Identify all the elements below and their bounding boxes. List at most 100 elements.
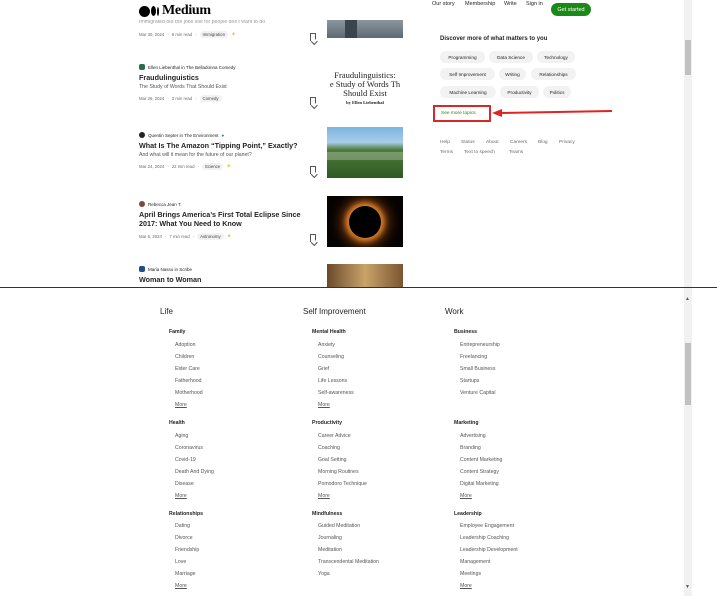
topic-item[interactable]: Aging bbox=[175, 433, 188, 439]
bookmark-icon[interactable] bbox=[310, 166, 316, 174]
medium-logo[interactable]: Medium bbox=[139, 3, 211, 19]
topic-chip[interactable]: Relationships bbox=[531, 68, 576, 80]
more-link[interactable]: More bbox=[318, 402, 330, 408]
article-title[interactable]: What Is The Amazon “Tipping Point,” Exac… bbox=[139, 141, 319, 150]
topic-item[interactable]: Transcendental Meditation bbox=[318, 559, 379, 565]
get-started-button[interactable]: Get started bbox=[551, 3, 591, 16]
topic-group-health[interactable]: Health bbox=[169, 420, 185, 426]
topic-item[interactable]: Leadership Development bbox=[460, 547, 518, 553]
footer-link-text-to-speech[interactable]: Text to speech bbox=[464, 150, 495, 155]
topic-group-family[interactable]: Family bbox=[169, 329, 185, 335]
footer-link-help[interactable]: Help bbox=[440, 140, 450, 145]
footer-link-about[interactable]: About bbox=[486, 140, 499, 145]
article-thumbnail[interactable] bbox=[327, 196, 403, 247]
topic-group-marketing[interactable]: Marketing bbox=[454, 420, 479, 426]
topic-chip[interactable]: Self Improvement bbox=[440, 68, 495, 80]
topic-group-mental-health[interactable]: Mental Health bbox=[312, 329, 346, 335]
author-name[interactable]: Rebecca Jean T. bbox=[148, 202, 181, 207]
article-author[interactable]: Maria Nasso in Scribe bbox=[139, 266, 319, 272]
bookmark-icon[interactable] bbox=[310, 33, 316, 41]
topic-chip[interactable]: Politics bbox=[543, 86, 571, 98]
topic-item[interactable]: Coaching bbox=[318, 445, 340, 451]
article-thumbnail[interactable]: Fraudulinguistics: e Study of Words Th S… bbox=[327, 62, 403, 113]
footer-link-status[interactable]: Status bbox=[461, 140, 475, 145]
footer-link-terms[interactable]: Terms bbox=[440, 150, 453, 155]
topic-item[interactable]: Goal Setting bbox=[318, 457, 347, 463]
topic-item[interactable]: Leadership Coaching bbox=[460, 535, 509, 541]
topic-chip[interactable]: Data Science bbox=[489, 51, 533, 63]
topic-item[interactable]: Employee Engagement bbox=[460, 523, 514, 529]
scrollbar[interactable] bbox=[684, 0, 692, 287]
topic-chip[interactable]: Writing bbox=[499, 68, 526, 80]
topic-item[interactable]: Life Lessons bbox=[318, 378, 347, 384]
topic-chip[interactable]: Programming bbox=[440, 51, 485, 63]
see-more-topics-link[interactable]: See more topics bbox=[441, 111, 476, 116]
see-more-topics-highlight[interactable]: See more topics bbox=[433, 105, 491, 122]
article-tag[interactable]: Comedy bbox=[199, 95, 222, 102]
article-author[interactable]: Rebecca Jean T. bbox=[139, 201, 319, 207]
topic-item[interactable]: Content Strategy bbox=[460, 469, 499, 475]
topic-group-leadership[interactable]: Leadership bbox=[454, 511, 482, 517]
article-title[interactable]: Fraudulinguistics bbox=[139, 73, 319, 82]
topic-item[interactable]: Entrepreneurship bbox=[460, 342, 500, 348]
article-card[interactable]: Ellen Liebenthal in The Belladonna Comed… bbox=[139, 64, 319, 102]
author-name[interactable]: Ellen Liebenthal in The Belladonna Comed… bbox=[148, 65, 235, 70]
more-link[interactable]: More bbox=[460, 493, 472, 499]
topic-item[interactable]: Self-awareness bbox=[318, 390, 354, 396]
topic-item[interactable]: Venture Capital bbox=[460, 390, 495, 396]
article-card[interactable]: Rebecca Jean T. April Brings America’s F… bbox=[139, 201, 319, 240]
nav-our-story[interactable]: Our story bbox=[432, 1, 455, 7]
topic-chip[interactable]: Machine Learning bbox=[440, 86, 496, 98]
article-tag[interactable]: Astronomy bbox=[197, 233, 224, 240]
topic-item[interactable]: Content Marketing bbox=[460, 457, 502, 463]
author-name[interactable]: Maria Nasso in Scribe bbox=[148, 267, 192, 272]
scrollbar[interactable] bbox=[684, 288, 692, 596]
topic-item[interactable]: Covid-19 bbox=[175, 457, 196, 463]
topic-item[interactable]: Friendship bbox=[175, 547, 199, 553]
more-link[interactable]: More bbox=[175, 402, 187, 408]
topic-item[interactable]: Digital Marketing bbox=[460, 481, 499, 487]
author-name[interactable]: Quentin Septer in The Environment bbox=[148, 133, 218, 138]
article-card[interactable]: Maria Nasso in Scribe Woman to Woman bbox=[139, 266, 319, 284]
topic-item[interactable]: Small Business bbox=[460, 366, 495, 372]
topic-item[interactable]: Counseling bbox=[318, 354, 344, 360]
nav-sign-in[interactable]: Sign in bbox=[526, 1, 543, 7]
topic-item[interactable]: Branding bbox=[460, 445, 481, 451]
footer-link-careers[interactable]: Careers bbox=[510, 140, 527, 145]
topic-item[interactable]: Coronavirus bbox=[175, 445, 203, 451]
topic-item[interactable]: Motherhood bbox=[175, 390, 203, 396]
article-title[interactable]: Woman to Woman bbox=[139, 275, 319, 284]
topic-item[interactable]: Grief bbox=[318, 366, 329, 372]
footer-link-privacy[interactable]: Privacy bbox=[559, 140, 575, 145]
topic-item[interactable]: Guided Meditation bbox=[318, 523, 360, 529]
topic-item[interactable]: Yoga bbox=[318, 571, 330, 577]
footer-link-blog[interactable]: Blog bbox=[538, 140, 548, 145]
topic-group-business[interactable]: Business bbox=[454, 329, 477, 335]
more-link[interactable]: More bbox=[175, 583, 187, 589]
bookmark-icon[interactable] bbox=[310, 234, 316, 242]
topic-chip[interactable]: Productivity bbox=[500, 86, 539, 98]
nav-membership[interactable]: Membership bbox=[465, 1, 495, 7]
topic-item[interactable]: Children bbox=[175, 354, 194, 360]
topic-item[interactable]: Startups bbox=[460, 378, 479, 384]
topic-item[interactable]: Meetings bbox=[460, 571, 481, 577]
scrollbar-thumb[interactable] bbox=[685, 343, 691, 405]
article-tag[interactable]: Science bbox=[201, 163, 224, 170]
nav-write[interactable]: Write bbox=[504, 1, 517, 7]
topic-item[interactable]: Journaling bbox=[318, 535, 342, 541]
topic-item[interactable]: Advertising bbox=[460, 433, 486, 439]
article-card[interactable]: Quentin Septer in The Environment ● What… bbox=[139, 132, 319, 170]
scroll-up-icon[interactable]: ▲ bbox=[685, 296, 690, 302]
topic-item[interactable]: Divorce bbox=[175, 535, 193, 541]
topic-chip[interactable]: Technology bbox=[537, 51, 575, 63]
more-link[interactable]: More bbox=[175, 493, 187, 499]
more-link[interactable]: More bbox=[318, 493, 330, 499]
article-thumbnail[interactable] bbox=[327, 127, 403, 178]
topic-item[interactable]: Morning Routines bbox=[318, 469, 359, 475]
article-title[interactable]: April Brings America’s First Total Eclip… bbox=[139, 210, 319, 228]
topic-item[interactable]: Adoption bbox=[175, 342, 195, 348]
topic-item[interactable]: Love bbox=[175, 559, 186, 565]
footer-link-teams[interactable]: Teams bbox=[509, 150, 523, 155]
article-author[interactable]: Ellen Liebenthal in The Belladonna Comed… bbox=[139, 64, 319, 70]
topic-item[interactable]: Career Advice bbox=[318, 433, 351, 439]
